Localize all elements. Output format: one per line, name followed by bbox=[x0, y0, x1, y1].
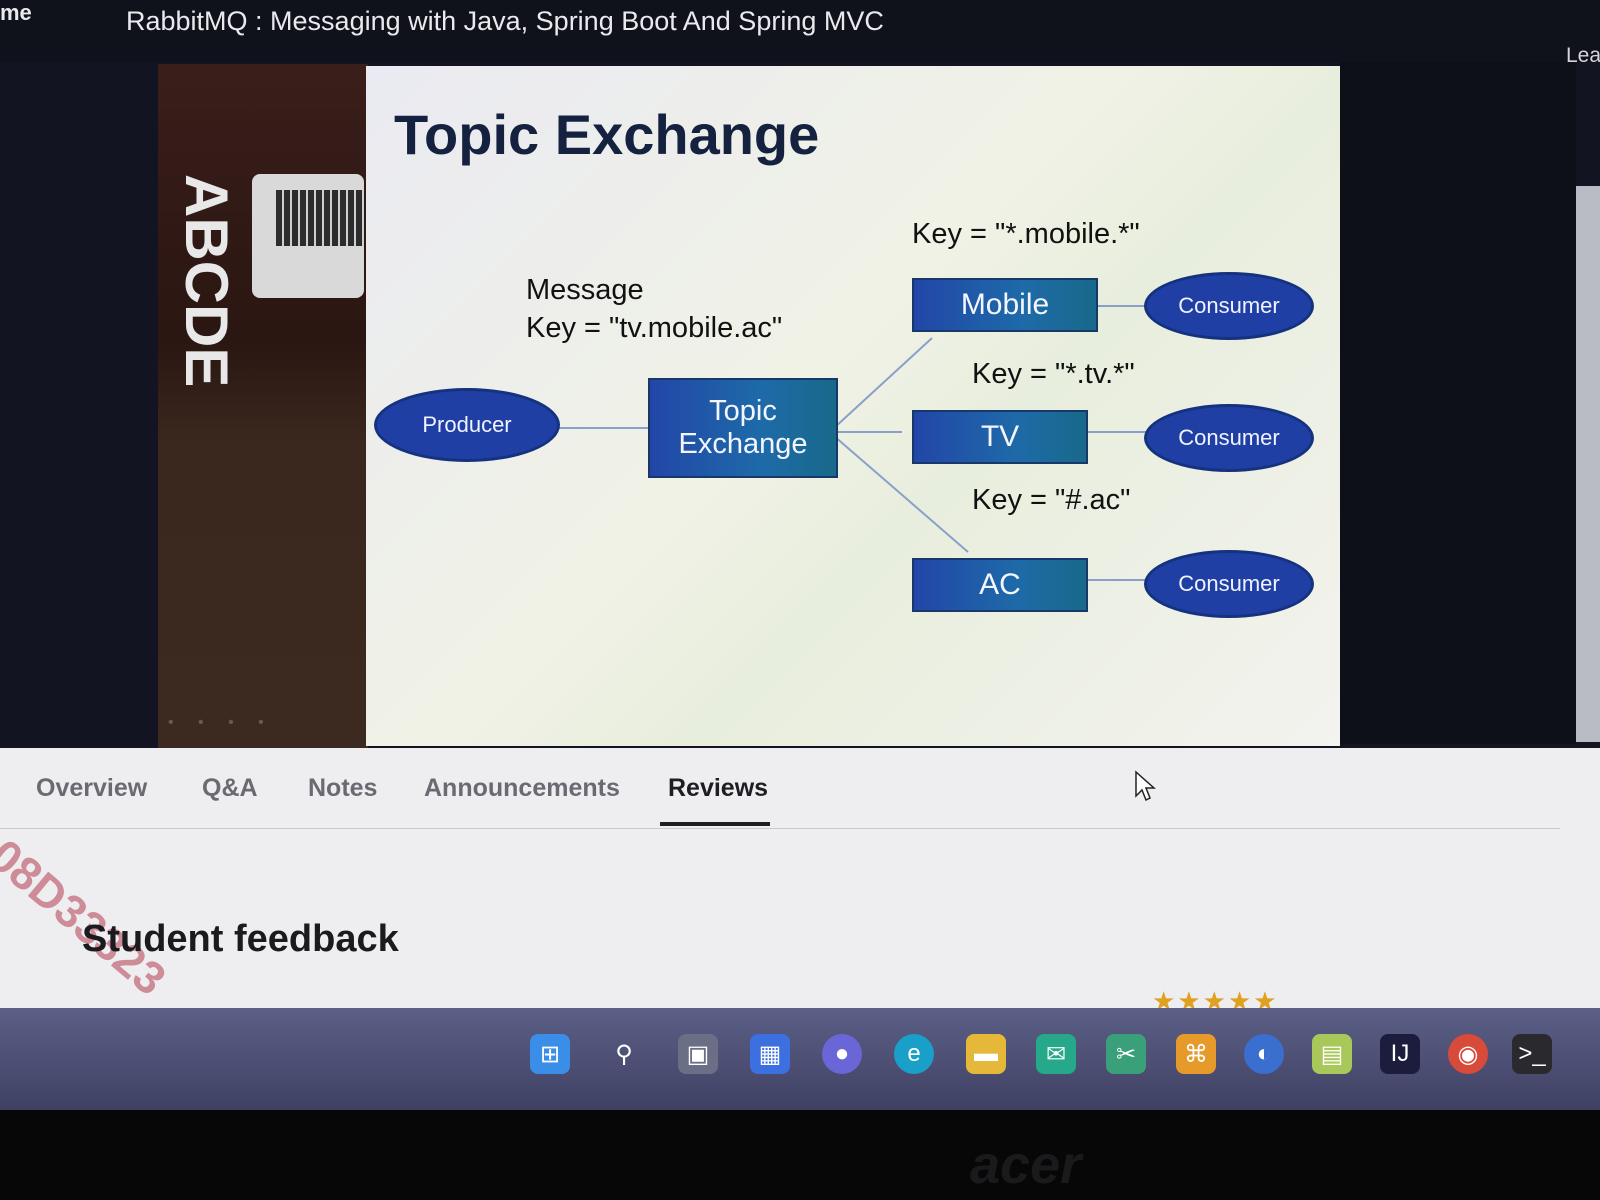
scrollbar[interactable] bbox=[1576, 186, 1600, 742]
ac-binding-key: Key = "#.ac" bbox=[972, 484, 1131, 516]
monitor-brand: acer bbox=[970, 1135, 1082, 1195]
webcam-dots: • • • • bbox=[168, 714, 274, 731]
notepad-icon[interactable]: ▤ bbox=[1312, 1034, 1352, 1074]
mobile-queue: Mobile bbox=[912, 278, 1098, 332]
ac-consumer: Consumer bbox=[1144, 550, 1314, 618]
video-side-panel bbox=[1340, 62, 1576, 744]
tab-reviews[interactable]: Reviews bbox=[668, 774, 768, 803]
taskbar: ⊞ ⚲ ▣ ▦ ● e ▬ ✉ ✂ ⌘ ◐ ▤ IJ ◉ >_ bbox=[0, 1008, 1600, 1110]
watermark: 08D33323 bbox=[0, 828, 176, 1006]
intellij-icon[interactable]: IJ bbox=[1380, 1034, 1420, 1074]
message-label: Message bbox=[526, 274, 644, 306]
vpn-icon[interactable]: ◐ bbox=[1244, 1034, 1284, 1074]
teams-chat-icon[interactable]: ● bbox=[822, 1034, 862, 1074]
active-tab-indicator bbox=[660, 822, 770, 826]
tv-binding-key: Key = "*.tv.*" bbox=[972, 358, 1135, 390]
mobile-binding-key: Key = "*.mobile.*" bbox=[912, 218, 1140, 250]
slide-title: Topic Exchange bbox=[394, 103, 820, 166]
title-fragment-left: me bbox=[0, 0, 32, 25]
title-bar: me RabbitMQ : Messaging with Java, Sprin… bbox=[0, 0, 1600, 67]
monitor-bezel: acer bbox=[0, 1110, 1600, 1200]
mail-icon[interactable]: ✉ bbox=[1036, 1034, 1076, 1074]
snipping-tool-icon[interactable]: ✂ bbox=[1106, 1034, 1146, 1074]
tab-notes[interactable]: Notes bbox=[308, 774, 377, 803]
webcam-inset: ABCDE • • • • bbox=[158, 64, 368, 750]
slide: Topic Exchange Message Key = "tv.mobile.… bbox=[366, 66, 1340, 746]
tv-consumer: Consumer bbox=[1144, 404, 1314, 472]
message-key: Key = "tv.mobile.ac" bbox=[526, 312, 783, 344]
task-view-icon[interactable]: ▣ bbox=[678, 1034, 718, 1074]
producer-node: Producer bbox=[374, 388, 560, 462]
course-title: RabbitMQ : Messaging with Java, Spring B… bbox=[126, 6, 884, 36]
app-icon[interactable]: ⌘ bbox=[1176, 1034, 1216, 1074]
widgets-icon[interactable]: ▦ bbox=[750, 1034, 790, 1074]
laptop-image bbox=[252, 174, 364, 298]
windows-start-icon[interactable]: ⊞ bbox=[530, 1034, 570, 1074]
tab-overview[interactable]: Overview bbox=[36, 774, 147, 803]
ac-queue: AC bbox=[912, 558, 1088, 612]
edge-icon[interactable]: e bbox=[894, 1034, 934, 1074]
terminal-icon[interactable]: >_ bbox=[1512, 1034, 1552, 1074]
tab-announcements[interactable]: Announcements bbox=[424, 774, 620, 803]
tab-bar: Overview Q&A Notes Announcements Reviews bbox=[0, 748, 1560, 829]
tab-qa[interactable]: Q&A bbox=[202, 774, 258, 803]
chrome-icon[interactable]: ◉ bbox=[1448, 1034, 1488, 1074]
search-icon[interactable]: ⚲ bbox=[604, 1034, 644, 1074]
course-content: Overview Q&A Notes Announcements Reviews… bbox=[0, 748, 1600, 1020]
topic-exchange-node: Topic Exchange bbox=[648, 378, 838, 478]
file-explorer-icon[interactable]: ▬ bbox=[966, 1034, 1006, 1074]
mouse-cursor-icon bbox=[1135, 770, 1156, 802]
tv-queue: TV bbox=[912, 410, 1088, 464]
student-feedback-heading: Student feedback bbox=[82, 918, 399, 960]
webcam-letters: ABCDE bbox=[173, 174, 240, 388]
mobile-consumer: Consumer bbox=[1144, 272, 1314, 340]
screen: me RabbitMQ : Messaging with Java, Sprin… bbox=[0, 0, 1600, 1110]
